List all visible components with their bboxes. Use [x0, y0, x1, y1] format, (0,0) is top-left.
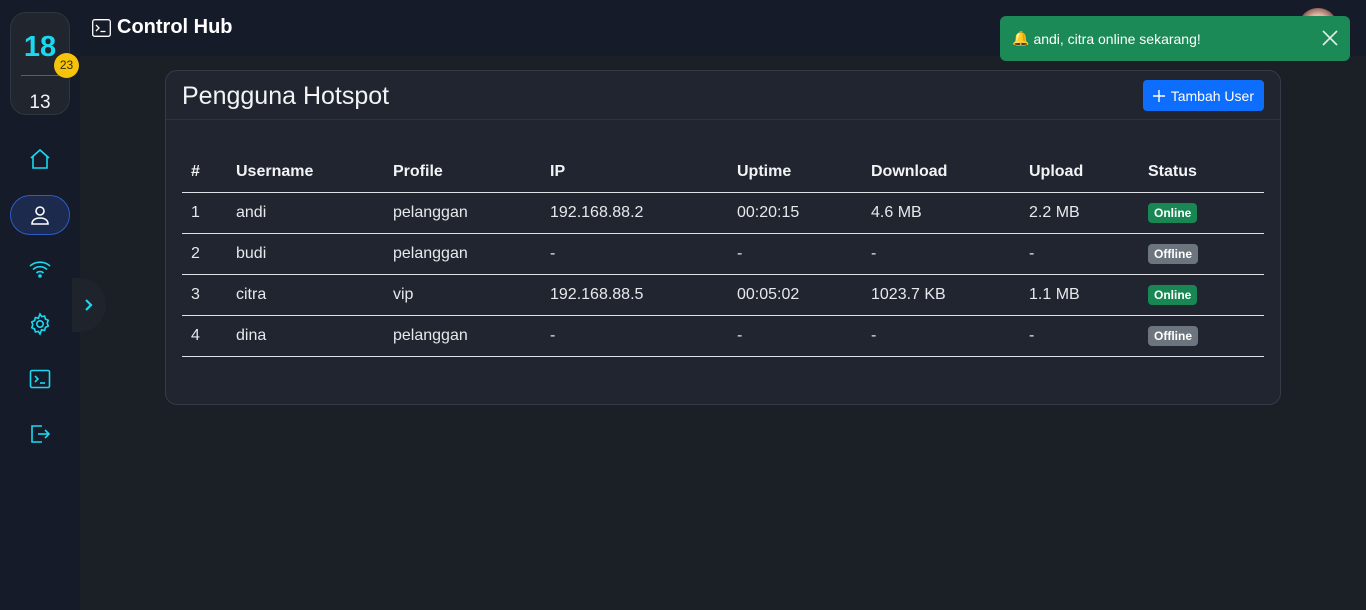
bell-icon: 🔔 [1012, 30, 1030, 46]
nav-logout[interactable] [10, 414, 70, 454]
notification-toast: 🔔 andi, citra online sekarang! [1000, 16, 1350, 61]
cell-profile: pelanggan [384, 192, 541, 234]
cell-status: Online [1139, 274, 1264, 316]
users-table: # Username Profile IP Uptime Download Up… [182, 152, 1264, 357]
cell-download: - [862, 233, 1020, 275]
table-row[interactable]: 2 budi pelanggan - - - - Offline [182, 233, 1264, 275]
nav-users[interactable] [10, 195, 70, 235]
hotspot-users-card: Pengguna Hotspot Tambah User # Username … [165, 70, 1281, 405]
wifi-icon [29, 261, 51, 278]
cell-download: 1023.7 KB [862, 274, 1020, 316]
cell-uptime: 00:05:02 [728, 274, 862, 316]
column-header: Download [862, 152, 1020, 193]
add-user-button[interactable]: Tambah User [1142, 80, 1264, 111]
sidebar-toggle-button[interactable] [72, 278, 106, 332]
cell-ip: - [541, 233, 728, 275]
cell-profile: pelanggan [384, 315, 541, 357]
cell-download: 4.6 MB [862, 192, 1020, 234]
status-badge: Offline [1148, 325, 1198, 346]
clock-widget: 18 13 23 [10, 12, 79, 115]
gear-icon [30, 312, 50, 336]
table-row[interactable]: 1 andi pelanggan 192.168.88.2 00:20:15 4… [182, 192, 1264, 234]
terminal-logo-icon [92, 18, 111, 37]
table-row[interactable]: 4 dina pelanggan - - - - Offline [182, 315, 1264, 357]
cell-download: - [862, 315, 1020, 357]
column-header: Uptime [728, 152, 862, 193]
cell-upload: - [1020, 233, 1139, 275]
status-badge: Online [1148, 202, 1198, 223]
terminal-icon [29, 369, 51, 389]
table-row[interactable]: 3 citra vip 192.168.88.5 00:05:02 1023.7… [182, 274, 1264, 316]
home-icon [30, 148, 50, 169]
card-header: Pengguna Hotspot Tambah User [166, 71, 1280, 120]
clock-minute: 13 [29, 92, 51, 113]
clock-second-badge: 23 [54, 53, 79, 78]
column-header: Upload [1020, 152, 1139, 193]
cell-no: 3 [182, 274, 227, 316]
cell-uptime: - [728, 315, 862, 357]
plus-icon [1152, 89, 1165, 102]
cell-profile: pelanggan [384, 233, 541, 275]
column-header: Username [227, 152, 384, 193]
cell-no: 2 [182, 233, 227, 275]
add-user-label: Tambah User [1170, 87, 1254, 104]
cell-no: 1 [182, 192, 227, 234]
cell-profile: vip [384, 274, 541, 316]
cell-ip: 192.168.88.2 [541, 192, 728, 234]
nav-terminal[interactable] [10, 359, 70, 399]
table-header-row: # Username Profile IP Uptime Download Up… [182, 152, 1264, 193]
column-header: IP [541, 152, 728, 193]
brand: Control Hub [92, 16, 233, 39]
status-badge: Online [1148, 284, 1198, 305]
nav-hotspot[interactable] [10, 249, 70, 289]
cell-upload: 1.1 MB [1020, 274, 1139, 316]
column-header: # [182, 152, 227, 193]
cell-ip: - [541, 315, 728, 357]
column-header: Profile [384, 152, 541, 193]
nav-home[interactable] [10, 139, 70, 179]
cell-username: budi [227, 233, 384, 275]
cell-upload: 2.2 MB [1020, 192, 1139, 234]
cell-upload: - [1020, 315, 1139, 357]
chevron-right-icon [85, 299, 93, 311]
cell-ip: 192.168.88.5 [541, 274, 728, 316]
app-title: Control Hub [117, 16, 233, 38]
cell-status: Offline [1139, 233, 1264, 275]
nav-settings[interactable] [10, 304, 70, 344]
cell-no: 4 [182, 315, 227, 357]
clock-divider [21, 75, 59, 76]
cell-uptime: 00:20:15 [728, 192, 862, 234]
column-header: Status [1139, 152, 1264, 193]
cell-username: andi [227, 192, 384, 234]
cell-uptime: - [728, 233, 862, 275]
cell-status: Offline [1139, 315, 1264, 357]
close-icon[interactable] [1320, 28, 1340, 48]
toast-message: andi, citra online sekarang! [1033, 30, 1201, 47]
logout-icon [31, 425, 51, 443]
cell-username: citra [227, 274, 384, 316]
cell-username: dina [227, 315, 384, 357]
user-icon [31, 206, 49, 225]
page-title: Pengguna Hotspot [182, 82, 390, 110]
sidebar: 18 13 23 [0, 0, 80, 610]
status-badge: Offline [1148, 243, 1198, 264]
cell-status: Online [1139, 192, 1264, 234]
